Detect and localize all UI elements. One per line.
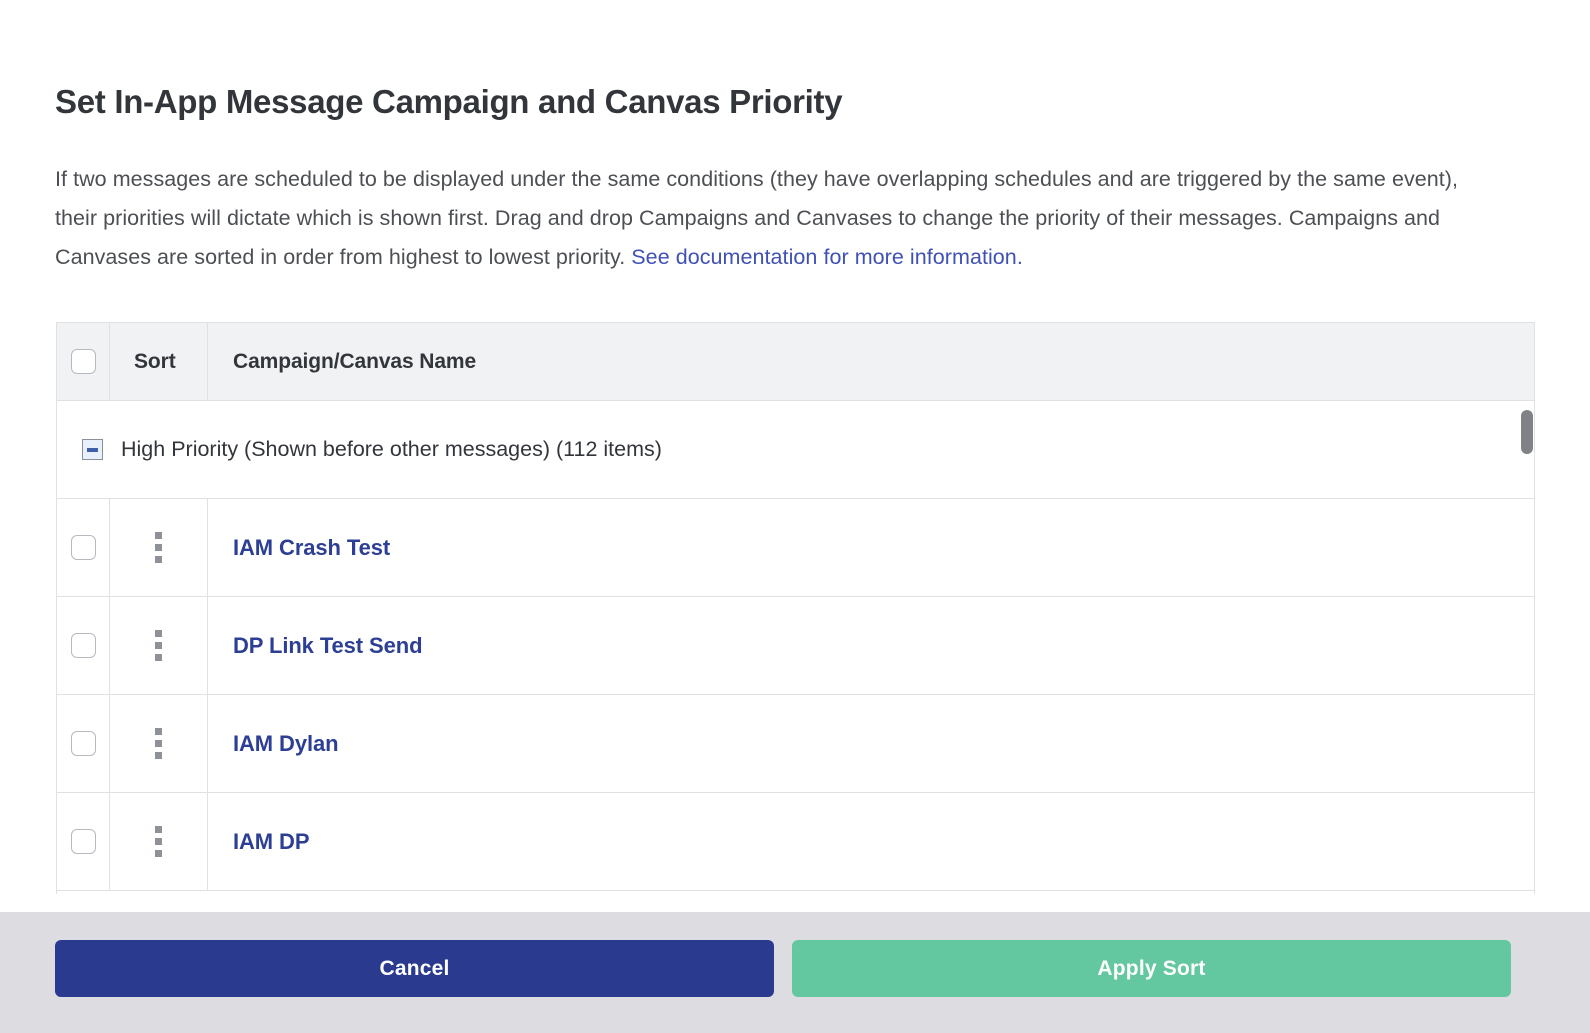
row-checkbox[interactable] — [70, 731, 96, 756]
column-header-name-label: Campaign/Canvas Name — [233, 349, 477, 373]
table-header-row: Sort Campaign/Canvas Name — [57, 323, 1534, 401]
dialog-description: If two messages are scheduled to be disp… — [55, 160, 1495, 277]
campaign-name-link[interactable]: IAM Crash Test — [233, 535, 390, 561]
row-checkbox[interactable] — [70, 633, 96, 658]
table-row[interactable]: IAM Dylan — [57, 695, 1534, 793]
dialog-footer: Cancel Apply Sort — [0, 912, 1590, 1033]
drag-handle-icon[interactable] — [155, 728, 162, 759]
row-select-cell — [57, 793, 110, 890]
row-name-cell: DP Link Test Send — [208, 597, 1534, 694]
group-row-high-priority[interactable]: High Priority (Shown before other messag… — [57, 401, 1534, 499]
page-title: Set In-App Message Campaign and Canvas P… — [55, 83, 843, 121]
row-sort-cell — [110, 695, 208, 792]
table-row[interactable]: DP Link Test Send — [57, 597, 1534, 695]
row-checkbox[interactable] — [70, 535, 96, 560]
table-scrollbar[interactable] — [1521, 402, 1534, 894]
column-header-select-all — [57, 323, 110, 400]
column-header-sort: Sort — [110, 323, 208, 400]
cancel-button[interactable]: Cancel — [55, 940, 774, 997]
row-checkbox[interactable] — [70, 829, 96, 854]
apply-sort-button[interactable]: Apply Sort — [792, 940, 1511, 997]
drag-handle-icon[interactable] — [155, 532, 162, 563]
dialog-body: Set In-App Message Campaign and Canvas P… — [0, 0, 1590, 912]
row-sort-cell — [110, 597, 208, 694]
minus-square-icon[interactable] — [82, 439, 103, 460]
campaign-name-link[interactable]: IAM DP — [233, 829, 310, 855]
row-sort-cell — [110, 499, 208, 596]
column-header-sort-label: Sort — [134, 349, 176, 373]
row-sort-cell — [110, 793, 208, 890]
row-name-cell: IAM DP — [208, 793, 1534, 890]
table-row[interactable]: IAM DP — [57, 793, 1534, 891]
row-select-cell — [57, 597, 110, 694]
row-name-cell: IAM Dylan — [208, 695, 1534, 792]
row-select-cell — [57, 499, 110, 596]
table-row[interactable]: IAM Crash Test — [57, 499, 1534, 597]
select-all-checkbox[interactable] — [70, 349, 96, 374]
documentation-link[interactable]: See documentation for more information. — [631, 245, 1023, 269]
row-select-cell — [57, 695, 110, 792]
scrollbar-thumb[interactable] — [1521, 410, 1533, 454]
campaign-name-link[interactable]: DP Link Test Send — [233, 633, 423, 659]
drag-handle-icon[interactable] — [155, 826, 162, 857]
drag-handle-icon[interactable] — [155, 630, 162, 661]
column-header-name: Campaign/Canvas Name — [208, 323, 1534, 400]
priority-table: Sort Campaign/Canvas Name High Priority … — [56, 322, 1535, 894]
row-name-cell: IAM Crash Test — [208, 499, 1534, 596]
campaign-name-link[interactable]: IAM Dylan — [233, 731, 339, 757]
group-row-label: High Priority (Shown before other messag… — [121, 437, 662, 461]
